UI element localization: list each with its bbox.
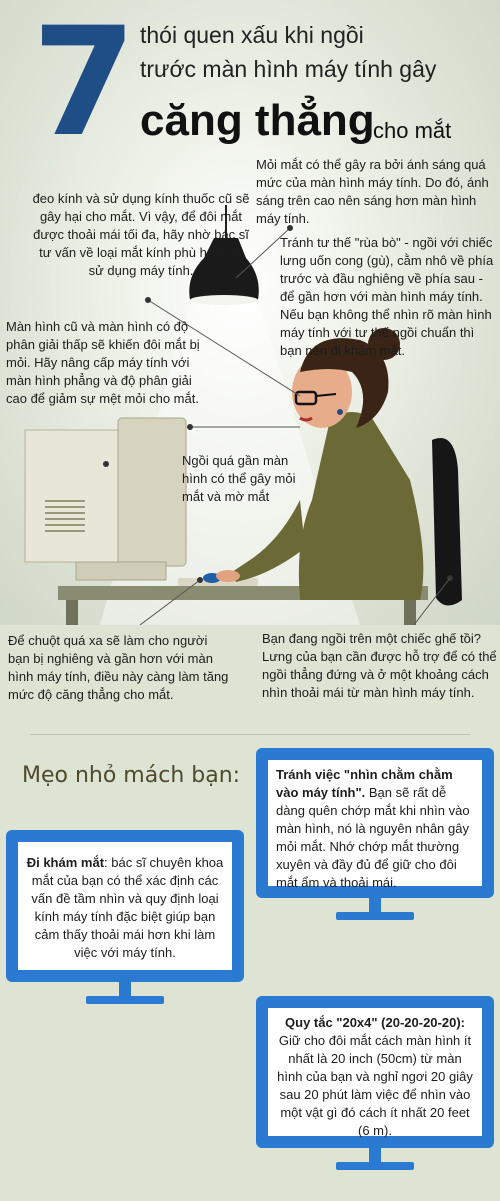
- note-old-monitor: Màn hình cũ và màn hình có độ phân giải …: [6, 319, 200, 406]
- crt-stand: [75, 561, 167, 581]
- tip-monitor-3-base: [336, 1162, 414, 1170]
- tip-2-text: Đi khám mắt: bác sĩ chuyên khoa mắt của …: [18, 842, 232, 970]
- tip-monitor-1-base: [336, 912, 414, 920]
- chair-back: [432, 438, 462, 606]
- tip-monitor-1-neck: [369, 898, 381, 912]
- crt-monitor-front: [117, 417, 187, 567]
- earring: [337, 409, 343, 415]
- tip-2-body: : bác sĩ chuyên khoa mắt của bạn có thể …: [31, 855, 224, 960]
- tip-monitor-1: Tránh việc "nhìn chằm chằm vào máy tính"…: [256, 748, 494, 898]
- tip-monitor-3: Quy tắc "20x4" (20-20-20-20): Giữ cho đô…: [256, 996, 494, 1148]
- note-posture: Tránh tư thế "rùa bò" - ngồi với chiếc l…: [280, 235, 494, 358]
- note-light: Mỏi mắt có thể gây ra bởi ánh sáng quá m…: [256, 157, 489, 226]
- tip-3-text: Quy tắc "20x4" (20-20-20-20): Giữ cho đô…: [268, 1008, 482, 1138]
- tips-title: Mẹo nhỏ mách bạn:: [22, 763, 241, 788]
- lamp-bulb-rim: [190, 295, 258, 305]
- woman-hand: [216, 570, 240, 582]
- tip-3-body: Giữ cho đôi mắt cách màn hình ít nhất là…: [277, 1033, 473, 1138]
- tip-3-heading: Quy tắc "20x4" (20-20-20-20):: [285, 1015, 465, 1030]
- desk-leg-right: [404, 600, 416, 625]
- note-chair: Bạn đang ngồi trên một chiếc ghế tồi? Lư…: [262, 631, 497, 700]
- note-mouse: Để chuột quá xa sẽ làm cho người bạn bị …: [8, 633, 229, 702]
- woman-torso: [298, 411, 424, 600]
- tip-1-text: Tránh việc "nhìn chằm chằm vào máy tính"…: [268, 760, 482, 890]
- tip-monitor-3-neck: [369, 1148, 381, 1162]
- note-too-close: Ngồi quá gần màn hình có thể gây mỏi mắt…: [182, 453, 296, 504]
- dot-monitor: [103, 461, 109, 467]
- tip-monitor-2: Đi khám mắt: bác sĩ chuyên khoa mắt của …: [6, 830, 244, 982]
- tip-2-heading: Đi khám mắt: [26, 855, 105, 870]
- section-divider: [30, 734, 470, 735]
- tip-monitor-2-neck: [119, 982, 131, 996]
- tip-1-body: Bạn sẽ rất dễ dàng quên chớp mắt khi nhì…: [276, 785, 470, 890]
- note-glasses: đeo kính và sử dụng kính thuốc cũ sẽ gây…: [32, 191, 250, 278]
- desk-leg-left: [66, 600, 78, 625]
- tip-monitor-2-base: [86, 996, 164, 1004]
